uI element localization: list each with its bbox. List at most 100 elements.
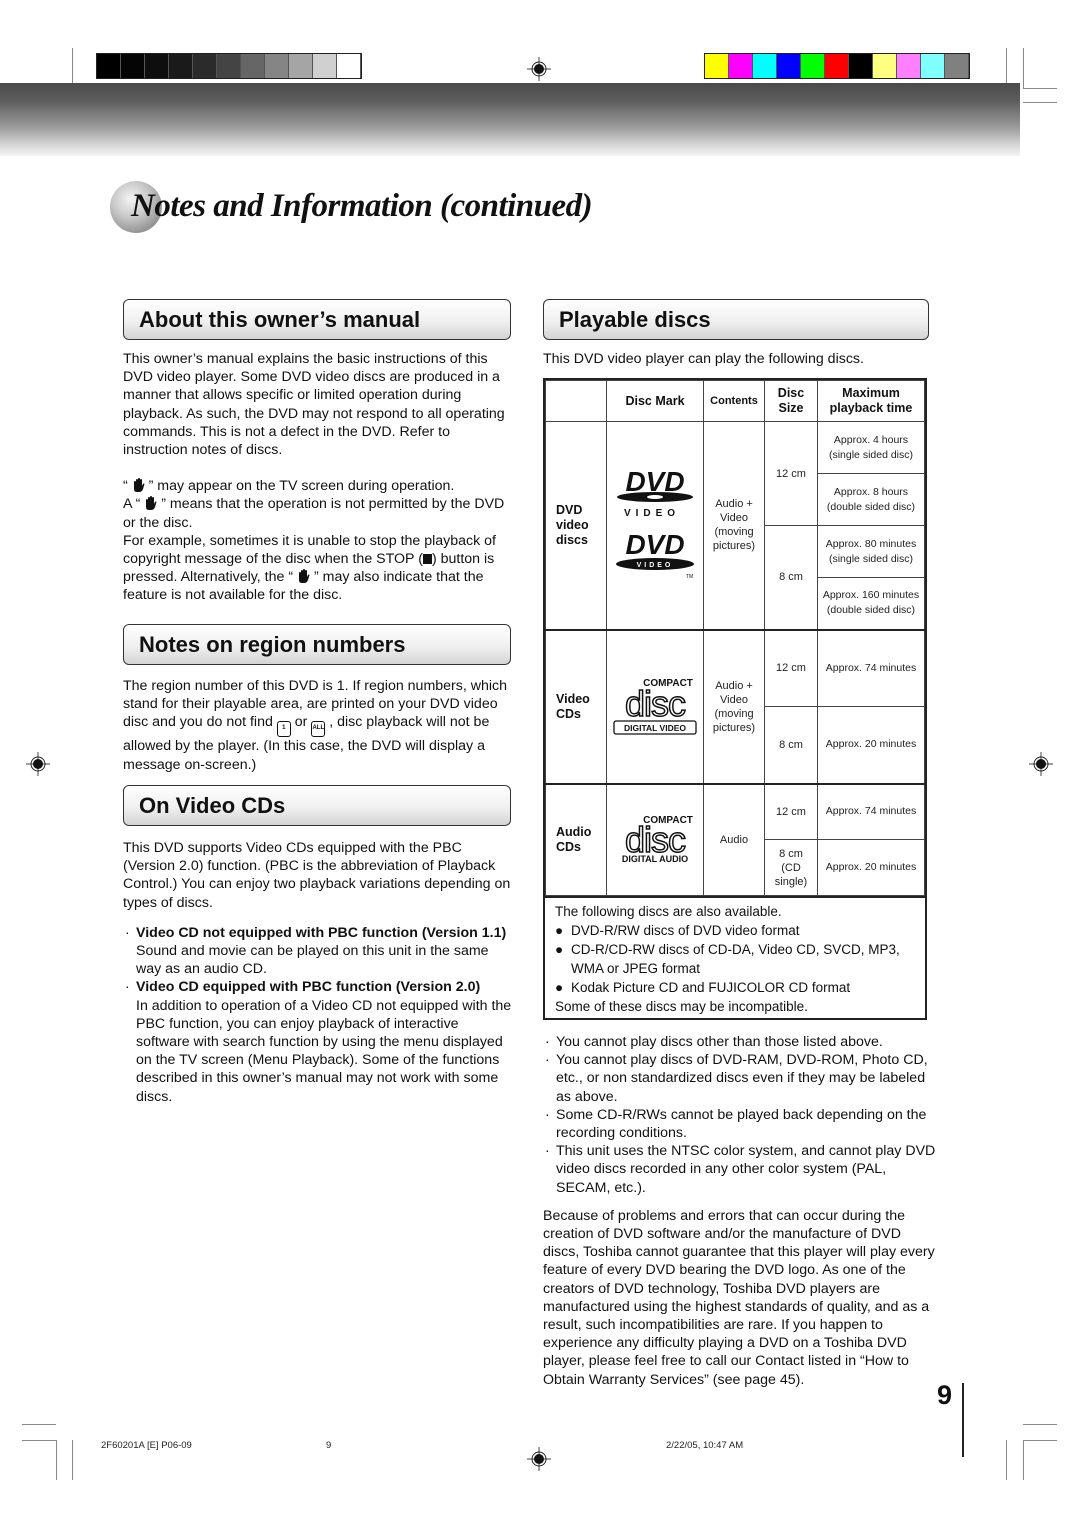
closing-paragraph: Because of problems and errors that can … bbox=[543, 1207, 935, 1388]
calibration-swatch bbox=[777, 54, 801, 78]
page-title: Notes and Information (continued) bbox=[131, 188, 593, 224]
dvd-video-logo: DVD VIDEO DVD VIDEO TM bbox=[606, 421, 704, 630]
list-item: ● CD-R/CD-RW discs of CD-DA, Video CD, SV… bbox=[555, 942, 900, 976]
calibration-swatch bbox=[801, 54, 825, 78]
list-item: · Video CD not equipped with PBC functio… bbox=[125, 924, 507, 978]
calibration-swatch bbox=[97, 54, 121, 78]
section-header-playable-discs: Playable discs bbox=[543, 299, 929, 340]
section-header-region: Notes on region numbers bbox=[123, 624, 511, 665]
grayscale-calibration-bar bbox=[96, 53, 362, 79]
calibration-swatch bbox=[241, 54, 265, 78]
svg-text:DIGITAL VIDEO: DIGITAL VIDEO bbox=[624, 723, 686, 733]
also-available-box: The following discs are also available. … bbox=[543, 893, 927, 1020]
svg-text:DIGITAL AUDIO: DIGITAL AUDIO bbox=[622, 854, 688, 864]
playable-intro: This DVD video player can play the follo… bbox=[543, 351, 864, 367]
table-row: DVD video discs DVD VIDEO DVD VIDEO TM A… bbox=[545, 421, 925, 630]
page-number: 9 bbox=[937, 1380, 953, 1410]
svg-text:TM: TM bbox=[686, 574, 693, 580]
compact-disc-digital-video-logo-icon: COMPACT disc DIGITAL VIDEO bbox=[613, 678, 697, 735]
color-calibration-bar bbox=[704, 53, 970, 79]
calibration-swatch bbox=[193, 54, 217, 78]
crop-mark bbox=[72, 1440, 73, 1480]
disc-type: Video CDs bbox=[545, 629, 607, 784]
max-playback-time: Approx. 74 minutes bbox=[817, 629, 925, 707]
calibration-swatch bbox=[873, 54, 897, 78]
max-playback-time: Approx. 8 hours (double sided disc) bbox=[817, 473, 925, 526]
header-band bbox=[0, 83, 1020, 156]
max-playback-time: Approx. 74 minutes bbox=[817, 783, 925, 840]
disc-size: 8 cm bbox=[764, 706, 818, 784]
dvd-video-logo-icon: DVD VIDEO DVD VIDEO TM bbox=[616, 466, 694, 580]
prohibited-hand-icon bbox=[146, 496, 157, 511]
svg-text:VIDEO: VIDEO bbox=[624, 508, 680, 519]
section-title: Notes on region numbers bbox=[139, 632, 406, 657]
prohibited-hand-icon bbox=[133, 478, 145, 493]
list-item: · You cannot play discs other than those … bbox=[545, 1034, 883, 1050]
calibration-swatch bbox=[313, 54, 337, 78]
section-header-video-cds: On Video CDs bbox=[123, 785, 511, 826]
crop-mark bbox=[56, 1440, 57, 1480]
crop-mark bbox=[22, 1440, 56, 1441]
max-playback-time: Approx. 20 minutes bbox=[817, 839, 925, 896]
playable-notes: · You cannot play discs other than those … bbox=[543, 1033, 938, 1389]
playable-discs-table: Disc Mark Contents Disc Size Maximum pla… bbox=[543, 378, 927, 898]
disc-contents: Audio + Video (moving pictures) bbox=[703, 629, 765, 784]
calibration-swatch bbox=[825, 54, 849, 78]
list-item: · Some CD-R/RWs cannot be played back dep… bbox=[545, 1106, 927, 1142]
registration-mark-icon bbox=[1029, 752, 1053, 776]
compact-disc-digital-audio-logo-icon: COMPACT disc DIGITAL AUDIO bbox=[622, 815, 693, 864]
registration-mark-icon bbox=[527, 1447, 551, 1471]
video-cds-section-body: This DVD supports Video CDs equipped wit… bbox=[123, 839, 513, 1106]
max-playback-time: Approx. 4 hours (single sided disc) bbox=[817, 421, 925, 474]
calibration-swatch bbox=[705, 54, 729, 78]
crop-mark bbox=[1023, 1440, 1024, 1480]
section-title: About this owner’s manual bbox=[139, 307, 421, 332]
calibration-swatch bbox=[217, 54, 241, 78]
prohibited-hand-icon bbox=[299, 569, 310, 584]
region-1-icon: 1 bbox=[276, 721, 291, 738]
list-item: ● Kodak Picture CD and FUJICOLOR CD forma… bbox=[555, 980, 851, 995]
list-item: · You cannot play discs of DVD-RAM, DVD-R… bbox=[545, 1052, 928, 1105]
disc-type: DVD video discs bbox=[545, 421, 607, 630]
svg-text:DVD: DVD bbox=[625, 529, 684, 560]
section-title: Playable discs bbox=[559, 307, 711, 332]
disc-contents: Audio + Video (moving pictures) bbox=[703, 421, 765, 630]
disc-size: 12 cm bbox=[764, 421, 818, 526]
page-number-rule bbox=[962, 1383, 964, 1457]
disc-type: Audio CDs bbox=[545, 783, 607, 896]
crop-mark bbox=[1023, 88, 1057, 89]
disc-size: 8 cm (CD single) bbox=[764, 839, 818, 896]
list-item: · Video CD equipped with PBC function (V… bbox=[125, 979, 512, 1105]
max-playback-time: Approx. 160 minutes (double sided disc) bbox=[817, 577, 925, 630]
table-row: Video CDs COMPACT disc DIGITAL VIDEO Aud… bbox=[545, 629, 925, 784]
region-all-icon: ALL bbox=[311, 721, 326, 738]
video-cds-intro: This DVD supports Video CDs equipped wit… bbox=[123, 840, 511, 911]
audio-cd-logo: COMPACT disc DIGITAL AUDIO bbox=[606, 783, 704, 896]
calibration-swatch bbox=[849, 54, 873, 78]
hand-symbol-paragraph: “ ” may appear on the TV screen during o… bbox=[123, 478, 505, 604]
crop-mark bbox=[1023, 102, 1057, 103]
footer-doc-code: 2F60201A [E] P06-09 bbox=[101, 1440, 192, 1451]
disc-size: 8 cm bbox=[764, 525, 818, 630]
crop-mark bbox=[1023, 48, 1024, 88]
list-item: ● DVD-R/RW discs of DVD video format bbox=[555, 923, 800, 938]
stop-icon bbox=[422, 554, 432, 565]
calibration-swatch bbox=[289, 54, 313, 78]
calibration-swatch bbox=[753, 54, 777, 78]
calibration-swatch bbox=[145, 54, 169, 78]
crop-mark bbox=[1006, 1440, 1007, 1480]
about-section-body: This owner’s manual explains the basic i… bbox=[123, 350, 513, 605]
max-playback-time: Approx. 80 minutes (single sided disc) bbox=[817, 525, 925, 578]
crop-mark bbox=[1023, 1440, 1057, 1441]
svg-text:disc: disc bbox=[625, 683, 686, 724]
about-paragraph: This owner’s manual explains the basic i… bbox=[123, 351, 505, 459]
disc-size: 12 cm bbox=[764, 783, 818, 840]
crop-mark bbox=[22, 1424, 56, 1425]
table-row: Audio CDs COMPACT disc DIGITAL AUDIO Aud… bbox=[545, 783, 925, 896]
calibration-swatch bbox=[337, 54, 361, 78]
calibration-swatch bbox=[921, 54, 945, 78]
registration-mark-icon bbox=[26, 752, 50, 776]
registration-mark-icon bbox=[527, 57, 551, 81]
region-section-body: The region number of this DVD is 1. If r… bbox=[123, 678, 508, 773]
calibration-swatch bbox=[265, 54, 289, 78]
